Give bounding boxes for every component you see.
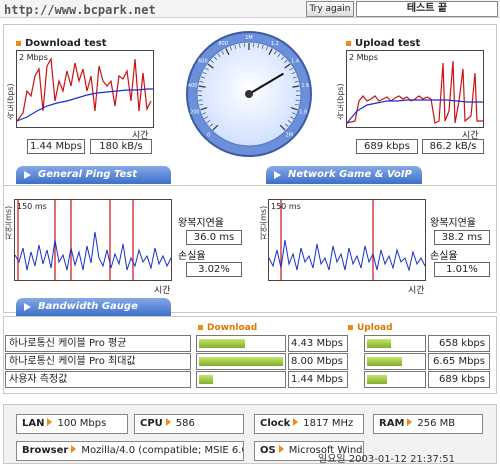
gauge-tick-label: 200 [190,110,200,116]
bullet-icon [16,40,21,46]
gauge-tick-label: 1.8 [299,110,307,116]
gauge-tick-label: 0 [207,132,210,138]
game-graph: 150 ms [268,199,426,281]
ping-scale: 150 ms [17,202,47,211]
download-graph: 2 Mbps [16,50,154,128]
bandwidth-up-bar [364,371,426,388]
ping-chart [15,200,171,280]
arrow-icon [293,418,299,426]
arrow-icon [47,418,53,426]
bandwidth-up-value: 658 kbps [428,335,490,352]
lan-info: LAN 100 Mbps [16,414,128,434]
gauge-tick-label: 1M [245,35,253,41]
upload-rate: 689 kbps [356,139,418,154]
arrow-icon [278,445,284,453]
upload-graph: 2 Mbps [346,50,484,128]
bullet-icon [198,325,203,330]
game-chart [269,200,425,280]
ram-info: RAM 256 MB [373,414,483,434]
download-scale: 2 Mbps [19,53,48,62]
game-rtt-value: 38.2 ms [434,230,490,245]
bandwidth-row-label: 하나로통신 케이블 Pro 평균 [5,335,191,352]
bandwidth-row-label: 사용자 측정값 [5,371,191,388]
play-icon [274,171,281,179]
ping-graph: 150 ms [14,199,172,281]
bandwidth-down-value: 4.43 Mbps [288,335,348,352]
tab-bandwidth-gauge[interactable]: Bandwidth Gauge [16,298,171,316]
gauge-tick-label: 800 [218,41,228,47]
ping-loss-value: 3.02% [186,262,242,277]
upload-scale: 2 Mbps [349,53,378,62]
download-bytes: 180 kB/s [90,139,152,154]
bar-fill [199,375,213,384]
download-title: Download test [16,38,107,49]
upload-red-line [347,60,483,124]
download-rate: 1.44 Mbps [27,139,85,154]
ping-xlabel: 시간 [154,286,171,296]
gauge-tick-label: 600 [198,58,208,64]
ping-ylabel: 지연(ms) [4,205,13,240]
bandwidth-down-bar [196,335,286,352]
tab-network-game[interactable]: Network Game & VoIP Test [266,166,422,198]
upload-title: Upload test [346,38,420,49]
clock-info: Clock 1817 MHz [254,414,364,434]
gauge-tick-label: 1.6 [301,83,309,89]
bandwidth-upload-header: Upload [348,323,393,333]
upload-blue-line [347,99,483,124]
download-chart [17,57,153,122]
arrow-icon [71,445,77,453]
play-icon [24,171,31,179]
game-scale: 150 ms [271,202,301,211]
gauge-tick-label: 1.4 [291,58,299,64]
gauge-tick-label: 400 [188,83,198,89]
upload-bytes: 86.2 kB/s [422,139,484,154]
bandwidth-up-value: 689 kbps [428,371,490,388]
bandwidth-down-bar [196,353,286,370]
game-latency-line [269,239,425,272]
gauge-tick-label: 2M [286,132,294,138]
arrow-icon [165,418,171,426]
bandwidth-up-value: 6.65 Mbps [428,353,490,370]
bar-fill [199,339,245,348]
speed-gauge: 0 200 400 600 800 1M 1.2 1.4 1.6 1.8 2M [186,31,312,157]
end-test-button[interactable]: 테스트 끝 [356,1,498,17]
bandwidth-row-label: 하나로통신 케이블 Pro 최대값 [5,353,191,370]
bar-fill [199,357,283,366]
bandwidth-down-value: 1.44 Mbps [288,371,348,388]
gauge-hub [245,90,253,98]
ping-latency-line [15,231,171,271]
game-rtt-label: 왕복지연율 [430,218,476,229]
bandwidth-download-header: Download [198,323,257,333]
site-url: http://www.bcpark.net [4,3,156,17]
bandwidth-up-bar [364,335,426,352]
bar-fill [367,357,402,366]
upload-chart [347,60,483,124]
play-icon [24,303,31,311]
arrow-icon [407,418,413,426]
game-loss-value: 1.01% [434,262,490,277]
tab-general-ping[interactable]: General Ping Test [16,166,171,184]
upload-ylabel: 속도(bps) [336,83,345,120]
ping-rtt-value: 36.0 ms [186,230,242,245]
bandwidth-up-bar [364,353,426,370]
browser-info: Browser Mozilla/4.0 (compatible; MSIE 6.0 [16,441,244,461]
bullet-icon [346,40,351,46]
game-loss-lines [280,200,374,280]
bar-fill [367,375,387,384]
game-loss-label: 손실율 [430,251,458,262]
bullet-icon [348,325,353,330]
cpu-info: CPU 586 [134,414,244,434]
try-again-button[interactable]: Try again [306,1,354,17]
bandwidth-down-bar [196,371,286,388]
ping-loss-lines [17,200,134,280]
download-ylabel: 속도(bps) [6,83,15,120]
gauge-tick-label: 1.2 [271,41,279,47]
timestamp-watermark: 일요일 2003-01-12 21:37:51 [318,454,455,465]
download-blue-line [17,88,153,122]
game-xlabel: 시간 [408,286,425,296]
ping-rtt-label: 왕복지연율 [178,218,224,229]
bandwidth-down-value: 8.00 Mbps [288,353,348,370]
ping-loss-label: 손실율 [178,251,206,262]
bar-fill [367,339,391,348]
